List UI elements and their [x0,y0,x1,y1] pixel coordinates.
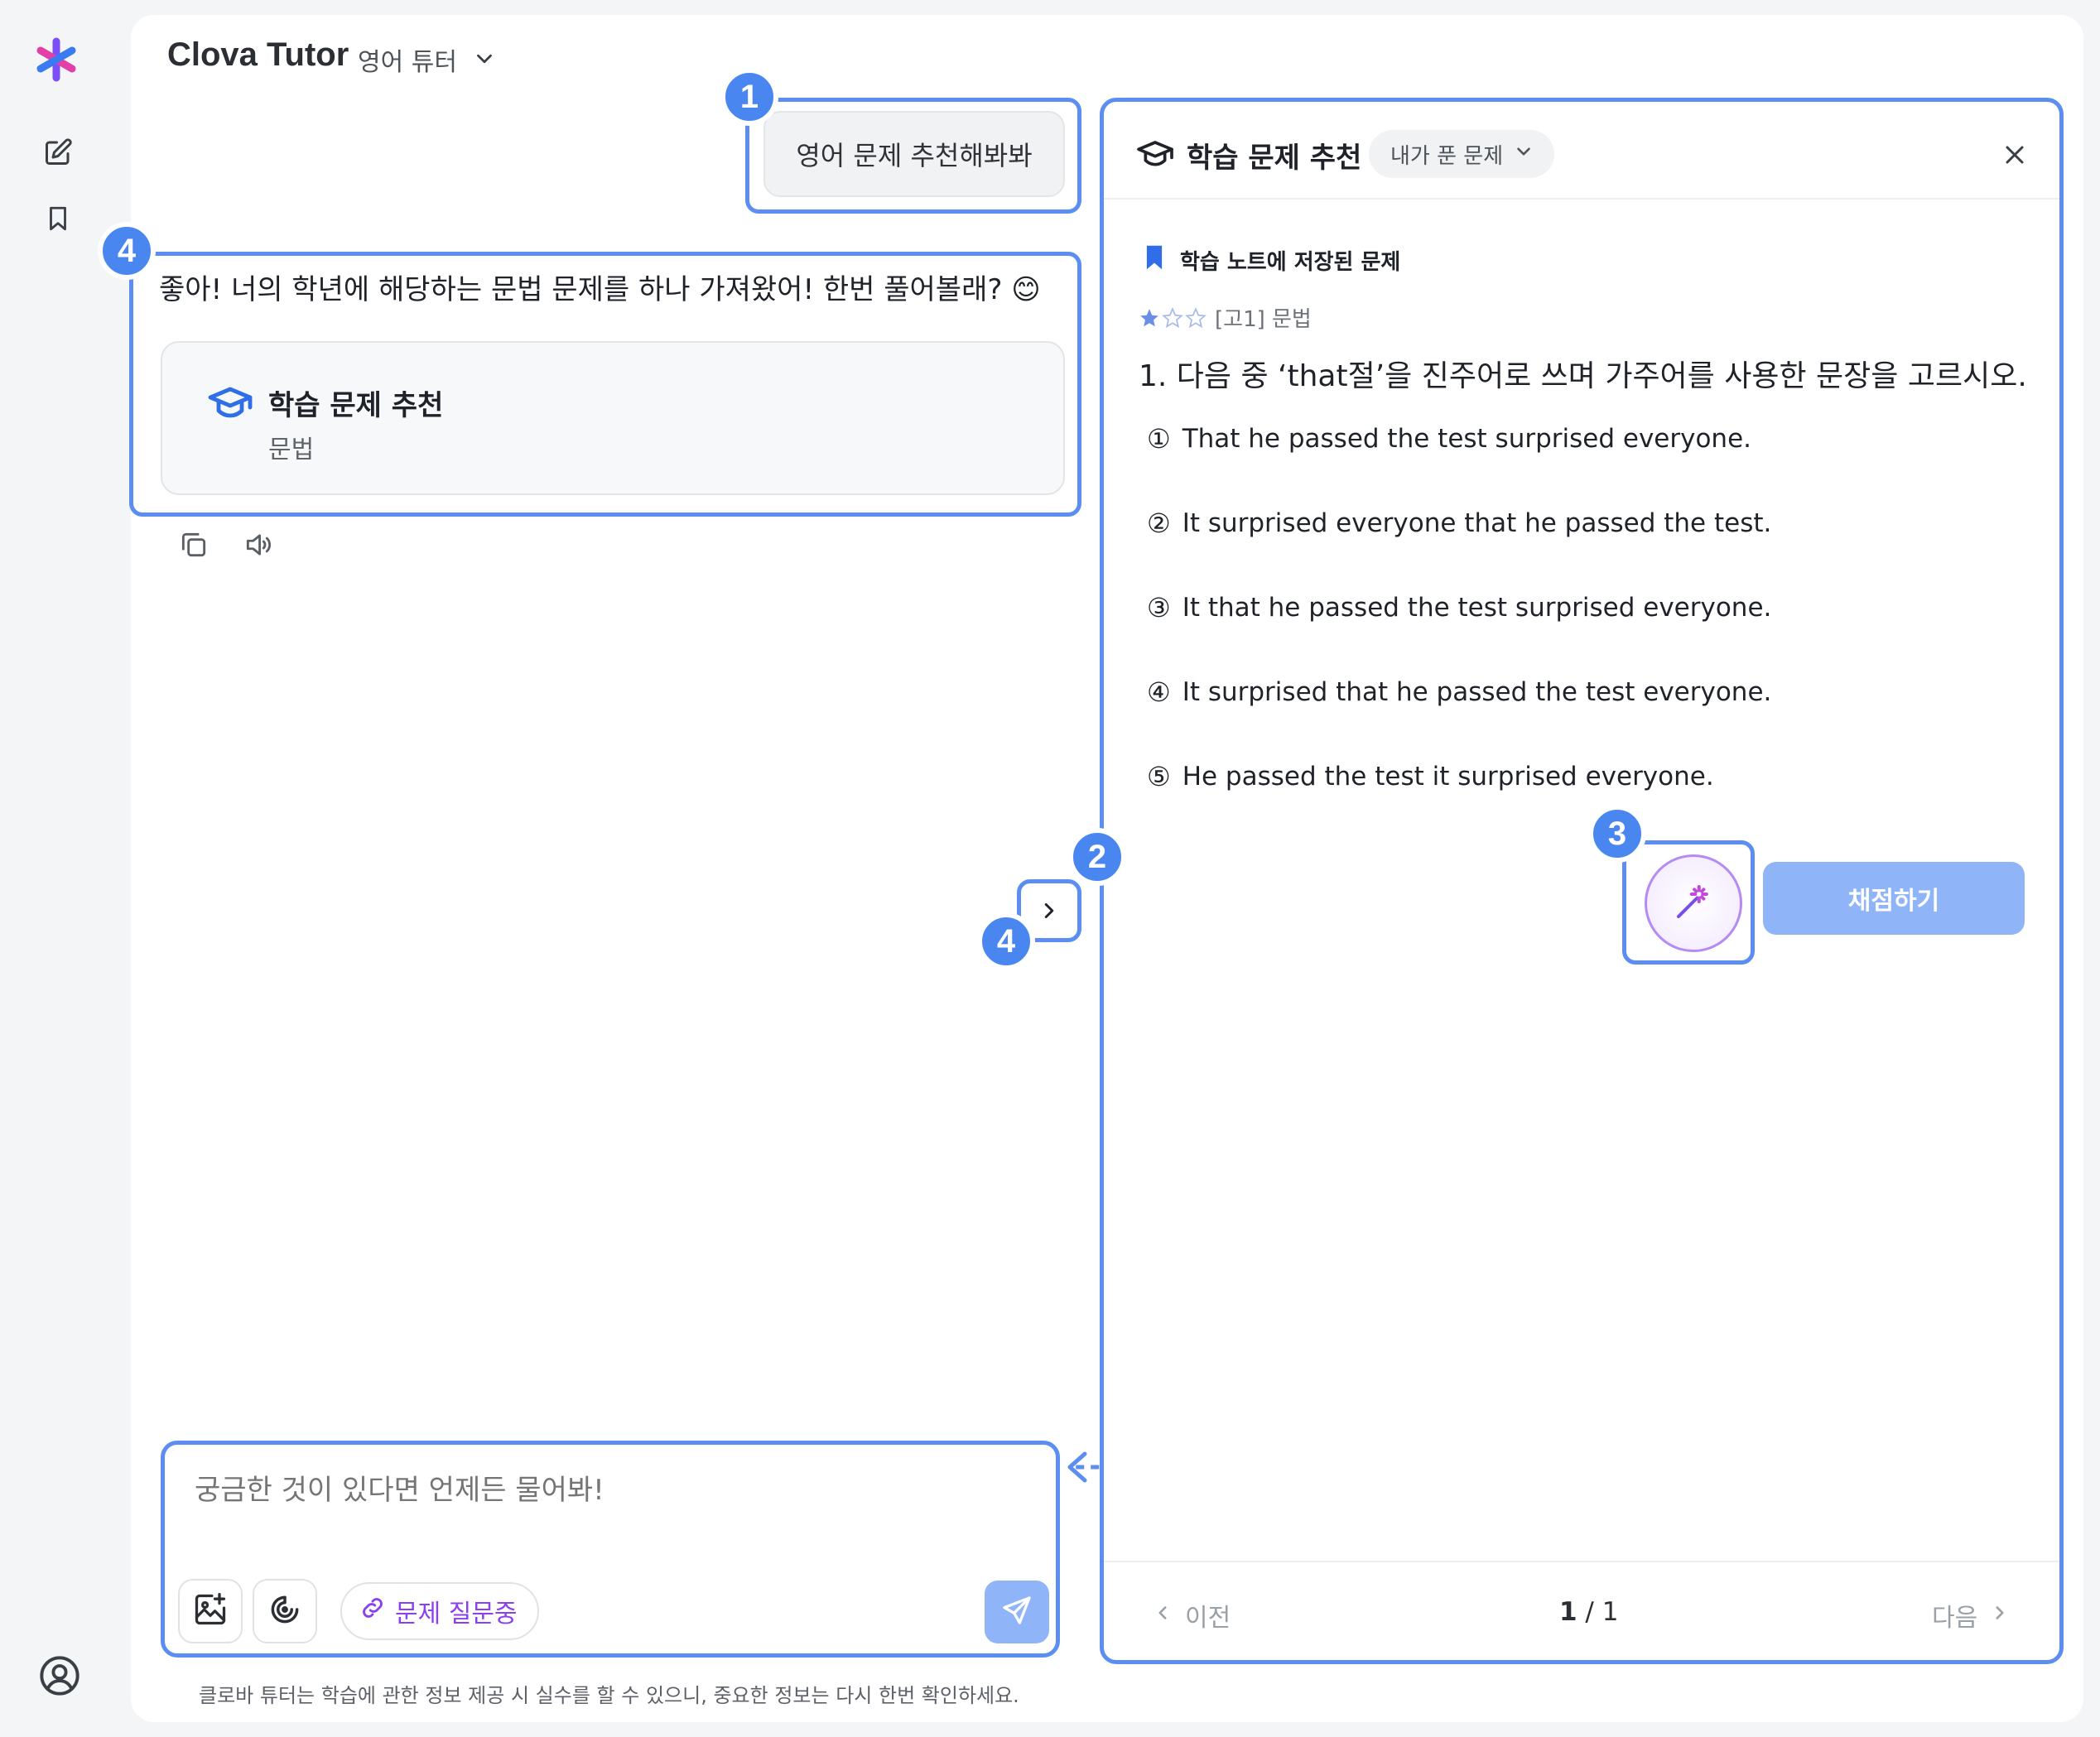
copy-icon[interactable] [176,527,212,563]
annotation-badge-1: 1 [720,68,778,126]
card-title: 학습 문제 추천 [268,389,444,422]
page-separator: / [1577,1597,1602,1627]
close-icon[interactable] [2000,140,2030,170]
option-text: It surprised everyone that he passed the… [1182,508,1772,538]
option-number: ① [1147,423,1171,455]
panel-title: 학습 문제 추천 [1187,142,1362,175]
page-current: 1 [1559,1597,1577,1627]
highlight-magic-button [1622,840,1755,965]
problem-grade-category: [고1] 문법 [1215,307,1312,332]
tutor-selector-label[interactable]: 영어 튜터 [358,41,457,78]
chat-input[interactable] [193,1473,1021,1508]
page-total: 1 [1601,1597,1619,1627]
next-button[interactable]: 다음 [1932,1597,2011,1634]
option-3[interactable]: ③ It that he passed the test surprised e… [1147,592,1771,623]
disclaimer-text: 클로바 튜터는 학습에 관한 정보 제공 시 실수를 할 수 있으니, 중요한 … [199,1684,1019,1707]
option-text: That he passed the test surprised everyo… [1182,424,1752,454]
filter-label: 내가 푼 문제 [1390,143,1504,169]
star-icon [1185,306,1207,328]
difficulty-stars [1139,306,1207,329]
chevron-down-icon [1513,141,1534,168]
clock-icon [267,1591,303,1631]
add-image-icon [192,1591,229,1631]
link-icon [359,1594,387,1629]
send-button[interactable] [985,1581,1049,1643]
star-icon [1162,306,1183,328]
problem-question-chip[interactable]: 문제 질문중 [340,1582,539,1640]
annotation-badge-3: 3 [1588,805,1646,863]
prev-label: 이전 [1185,1604,1231,1633]
profile-icon[interactable] [36,1653,83,1699]
app-title: Clova Tutor [167,36,349,73]
chevron-left-icon [1152,1601,1173,1630]
bookmark-text: 학습 노트에 저장된 문제 [1180,250,1401,275]
option-2[interactable]: ② It surprised everyone that he passed t… [1147,508,1771,539]
annotation-badge-4-toggle: 4 [977,912,1035,970]
option-number: ④ [1147,676,1171,708]
new-chat-icon[interactable] [38,132,78,172]
page-indicator: 1 / 1 [1559,1597,1618,1627]
next-label: 다음 [1932,1604,1978,1633]
panel-footer-divider [1104,1561,2059,1562]
user-message-bubble: 영어 문제 추천해봐봐 [763,111,1065,197]
option-5[interactable]: ⑤ He passed the test it surprised everyo… [1147,761,1714,792]
card-subtitle: 문법 [268,435,315,464]
option-number: ⑤ [1147,761,1171,792]
ask-about-problem-button[interactable] [1645,854,1742,952]
graduation-cap-icon [207,384,253,424]
annotation-badge-2: 2 [1068,828,1126,886]
bookmark-icon[interactable] [38,199,78,238]
star-icon [1140,308,1158,326]
history-button[interactable] [253,1579,317,1643]
prev-button[interactable]: 이전 [1152,1597,1231,1634]
problem-recommend-card[interactable]: 학습 문제 추천 문법 [161,341,1065,495]
chat-input-box: 문제 질문중 [161,1441,1060,1658]
option-4[interactable]: ④ It surprised that he passed the test e… [1147,676,1771,708]
bot-message-text: 좋아! 너의 학년에 해당하는 문법 문제를 하나 가져왔어! 한번 풀어볼래?… [159,273,1041,306]
solved-filter-dropdown[interactable]: 내가 푼 문제 [1369,130,1555,178]
saved-note-label: 학습 노트에 저장된 문제 [1144,244,1400,277]
problem-panel: 학습 문제 추천 내가 푼 문제 학습 노트에 저장된 문제 [고1] 문법 1… [1100,98,2064,1664]
option-1[interactable]: ① That he passed the test surprised ever… [1147,423,1751,455]
problem-meta: [고1] 문법 [1139,302,1312,333]
option-number: ③ [1147,592,1171,623]
question-text: 1. 다음 중 ‘that절’을 진주어로 쓰며 가주어를 사용한 문장을 고르… [1139,359,2027,393]
bookmark-icon [1144,244,1165,277]
option-text: He passed the test it surprised everyone… [1182,762,1714,792]
annotation-badge-4: 4 [98,222,156,280]
graduation-cap-icon [1135,138,1175,171]
option-text: It that he passed the test surprised eve… [1182,593,1772,623]
option-text: It surprised that he passed the test eve… [1182,677,1772,707]
chip-label: 문제 질문중 [395,1600,518,1629]
add-image-button[interactable] [178,1579,243,1643]
chevron-right-icon [1989,1601,2011,1630]
chevron-down-icon[interactable] [470,46,499,71]
speaker-icon[interactable] [240,527,277,563]
clova-logo-icon[interactable] [33,36,79,83]
option-number: ② [1147,508,1171,539]
panel-header-divider [1104,198,2059,200]
send-icon [1000,1594,1033,1630]
magic-wand-icon [1671,879,1716,927]
grade-button[interactable]: 채점하기 [1763,862,2025,935]
